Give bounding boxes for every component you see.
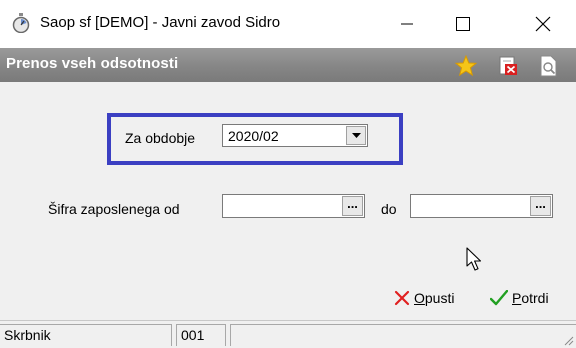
checkmark-icon — [490, 290, 508, 306]
close-button[interactable] — [520, 0, 566, 48]
close-icon — [535, 16, 551, 32]
statusbar-message — [230, 324, 576, 346]
period-dropdown-button[interactable] — [346, 126, 366, 145]
statusbar: Skrbnik 001 — [0, 320, 576, 348]
resize-grip-icon[interactable] — [564, 336, 574, 346]
chevron-down-icon — [351, 132, 361, 138]
confirm-label: Potrdi — [512, 290, 549, 306]
cancel-button[interactable]: Opusti — [394, 290, 454, 306]
employee-from-lookup-button[interactable]: ... — [342, 196, 363, 216]
form-header: Prenos vseh odsotnosti — [0, 48, 576, 82]
maximize-button[interactable] — [440, 0, 486, 48]
employee-from-label: Šifra zaposlenega od — [48, 201, 180, 217]
statusbar-code: 001 — [176, 324, 226, 346]
stopwatch-icon — [12, 13, 30, 33]
preview-icon[interactable] — [538, 55, 560, 77]
star-icon[interactable] — [455, 55, 477, 77]
minimize-button[interactable] — [384, 0, 430, 48]
period-select[interactable]: 2020/02 — [222, 124, 368, 147]
statusbar-user: Skrbnik — [0, 324, 172, 346]
employee-to-label: do — [381, 201, 397, 217]
minimize-icon — [401, 23, 413, 25]
maximize-icon — [456, 17, 470, 31]
employee-to-lookup-button[interactable]: ... — [530, 196, 551, 216]
mouse-cursor-icon — [466, 247, 482, 271]
employee-from-input[interactable]: ... — [222, 194, 365, 218]
period-value: 2020/02 — [228, 128, 279, 144]
form-body: Za obdobje 2020/02 Šifra zaposlenega od … — [0, 82, 576, 320]
window-titlebar: Saop sf [DEMO] - Javni zavod Sidro — [0, 0, 576, 48]
delete-icon[interactable] — [497, 55, 519, 77]
cancel-label: Opusti — [414, 290, 455, 306]
employee-to-input[interactable]: ... — [410, 194, 553, 218]
confirm-button[interactable]: Potrdi — [490, 290, 549, 306]
form-title: Prenos vseh odsotnosti — [6, 55, 179, 72]
x-mark-icon — [394, 290, 410, 306]
period-label: Za obdobje — [125, 130, 196, 146]
window-title: Saop sf [DEMO] - Javni zavod Sidro — [40, 14, 281, 31]
